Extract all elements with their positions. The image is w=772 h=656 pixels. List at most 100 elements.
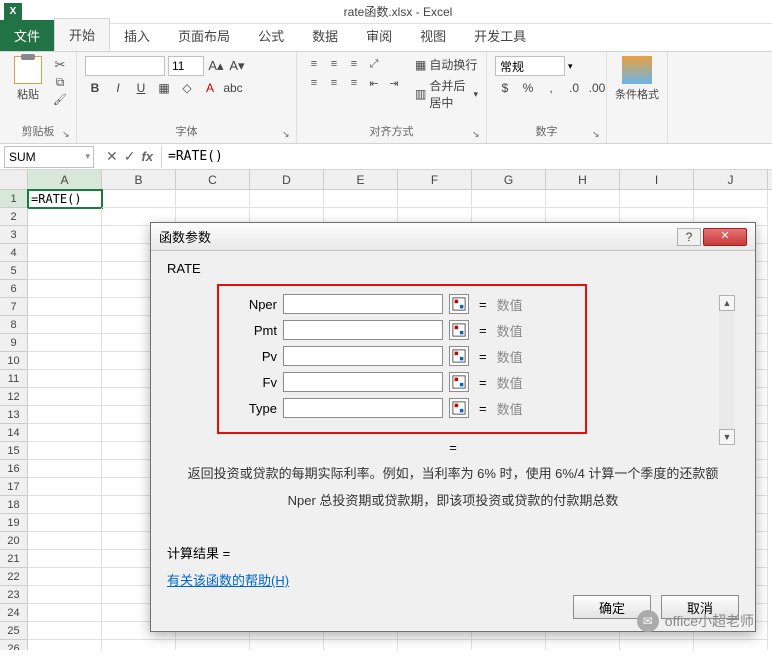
cell[interactable] — [28, 460, 102, 478]
param-input-Fv[interactable] — [283, 372, 443, 392]
cell[interactable] — [398, 640, 472, 650]
align-launcher-icon[interactable]: ↘ — [472, 129, 484, 141]
select-all-corner[interactable] — [0, 170, 28, 189]
function-help-link[interactable]: 有关该函数的帮助(H) — [167, 570, 289, 589]
percent-icon[interactable]: % — [518, 79, 538, 97]
tab-dev[interactable]: 开发工具 — [460, 20, 540, 51]
align-center-icon[interactable]: ≡ — [325, 75, 343, 91]
tab-insert[interactable]: 插入 — [110, 20, 164, 51]
cell[interactable] — [28, 478, 102, 496]
col-header-C[interactable]: C — [176, 170, 250, 189]
range-select-icon[interactable] — [449, 346, 469, 366]
col-header-F[interactable]: F — [398, 170, 472, 189]
cell[interactable] — [324, 190, 398, 208]
currency-icon[interactable]: $ — [495, 79, 515, 97]
range-select-icon[interactable] — [449, 320, 469, 340]
name-box[interactable]: SUM — [4, 146, 94, 168]
cell[interactable] — [28, 370, 102, 388]
row-header-5[interactable]: 5 — [0, 262, 28, 280]
cell[interactable] — [28, 532, 102, 550]
row-header-24[interactable]: 24 — [0, 604, 28, 622]
cell[interactable] — [28, 586, 102, 604]
italic-button[interactable]: I — [108, 79, 128, 97]
param-input-Type[interactable] — [283, 398, 443, 418]
row-header-6[interactable]: 6 — [0, 280, 28, 298]
dialog-close-button[interactable]: ✕ — [703, 228, 747, 246]
row-header-1[interactable]: 1 — [0, 190, 28, 208]
cell[interactable] — [28, 298, 102, 316]
cell[interactable] — [28, 496, 102, 514]
cell[interactable] — [546, 640, 620, 650]
align-middle-icon[interactable]: ≡ — [325, 56, 343, 72]
row-header-20[interactable]: 20 — [0, 532, 28, 550]
row-header-13[interactable]: 13 — [0, 406, 28, 424]
row-header-25[interactable]: 25 — [0, 622, 28, 640]
shrink-font-icon[interactable]: A▾ — [228, 58, 246, 74]
tab-review[interactable]: 审阅 — [352, 20, 406, 51]
cell[interactable] — [28, 334, 102, 352]
cell[interactable] — [28, 622, 102, 640]
tab-data[interactable]: 数据 — [298, 20, 352, 51]
dec-decimal-icon[interactable]: .00 — [587, 79, 607, 97]
row-header-16[interactable]: 16 — [0, 460, 28, 478]
col-header-H[interactable]: H — [546, 170, 620, 189]
row-header-10[interactable]: 10 — [0, 352, 28, 370]
cell[interactable] — [620, 190, 694, 208]
fx-icon[interactable]: fx — [141, 149, 153, 164]
number-format-select[interactable] — [495, 56, 565, 76]
cell[interactable] — [102, 190, 176, 208]
cancel-formula-icon[interactable]: ✕ — [106, 148, 118, 165]
comma-icon[interactable]: , — [541, 79, 561, 97]
tab-view[interactable]: 视图 — [406, 20, 460, 51]
param-input-Nper[interactable] — [283, 294, 443, 314]
row-header-22[interactable]: 22 — [0, 568, 28, 586]
col-header-I[interactable]: I — [620, 170, 694, 189]
col-header-D[interactable]: D — [250, 170, 324, 189]
cell[interactable] — [472, 640, 546, 650]
row-header-2[interactable]: 2 — [0, 208, 28, 226]
cell[interactable] — [28, 568, 102, 586]
row-header-15[interactable]: 15 — [0, 442, 28, 460]
row-header-4[interactable]: 4 — [0, 244, 28, 262]
row-header-19[interactable]: 19 — [0, 514, 28, 532]
cell[interactable] — [28, 226, 102, 244]
cell[interactable] — [546, 190, 620, 208]
cell[interactable] — [176, 190, 250, 208]
row-header-14[interactable]: 14 — [0, 424, 28, 442]
cell[interactable] — [250, 640, 324, 650]
param-input-Pmt[interactable] — [283, 320, 443, 340]
tab-formula[interactable]: 公式 — [244, 20, 298, 51]
row-header-3[interactable]: 3 — [0, 226, 28, 244]
cell[interactable] — [694, 190, 768, 208]
cell[interactable] — [28, 604, 102, 622]
clipboard-launcher-icon[interactable]: ↘ — [62, 129, 74, 141]
grow-font-icon[interactable]: A▴ — [207, 58, 225, 74]
cell[interactable] — [176, 640, 250, 650]
font-color-button[interactable]: A — [200, 79, 220, 97]
underline-button[interactable]: U — [131, 79, 151, 97]
wrap-text-button[interactable]: ▦自动换行 — [415, 56, 478, 73]
cell[interactable] — [28, 352, 102, 370]
dialog-title-bar[interactable]: 函数参数 ? ✕ — [151, 223, 755, 251]
align-left-icon[interactable]: ≡ — [305, 75, 323, 91]
indent-dec-icon[interactable]: ⇤ — [365, 75, 383, 91]
row-header-8[interactable]: 8 — [0, 316, 28, 334]
border-button[interactable]: ▦ — [154, 79, 174, 97]
orientation-icon[interactable]: ⤢ — [365, 56, 383, 72]
params-scrollbar[interactable]: ▲ ▼ — [719, 295, 737, 445]
cell[interactable] — [28, 640, 102, 650]
row-header-17[interactable]: 17 — [0, 478, 28, 496]
col-header-E[interactable]: E — [324, 170, 398, 189]
paste-button[interactable]: 粘贴 — [8, 56, 48, 102]
col-header-B[interactable]: B — [102, 170, 176, 189]
accept-formula-icon[interactable]: ✓ — [124, 148, 136, 165]
cell[interactable] — [28, 262, 102, 280]
align-bottom-icon[interactable]: ≡ — [345, 56, 363, 72]
cell[interactable] — [398, 190, 472, 208]
row-header-26[interactable]: 26 — [0, 640, 28, 650]
font-size-select[interactable] — [168, 56, 204, 76]
range-select-icon[interactable] — [449, 294, 469, 314]
cell[interactable] — [28, 244, 102, 262]
col-header-A[interactable]: A — [28, 170, 102, 189]
row-header-23[interactable]: 23 — [0, 586, 28, 604]
